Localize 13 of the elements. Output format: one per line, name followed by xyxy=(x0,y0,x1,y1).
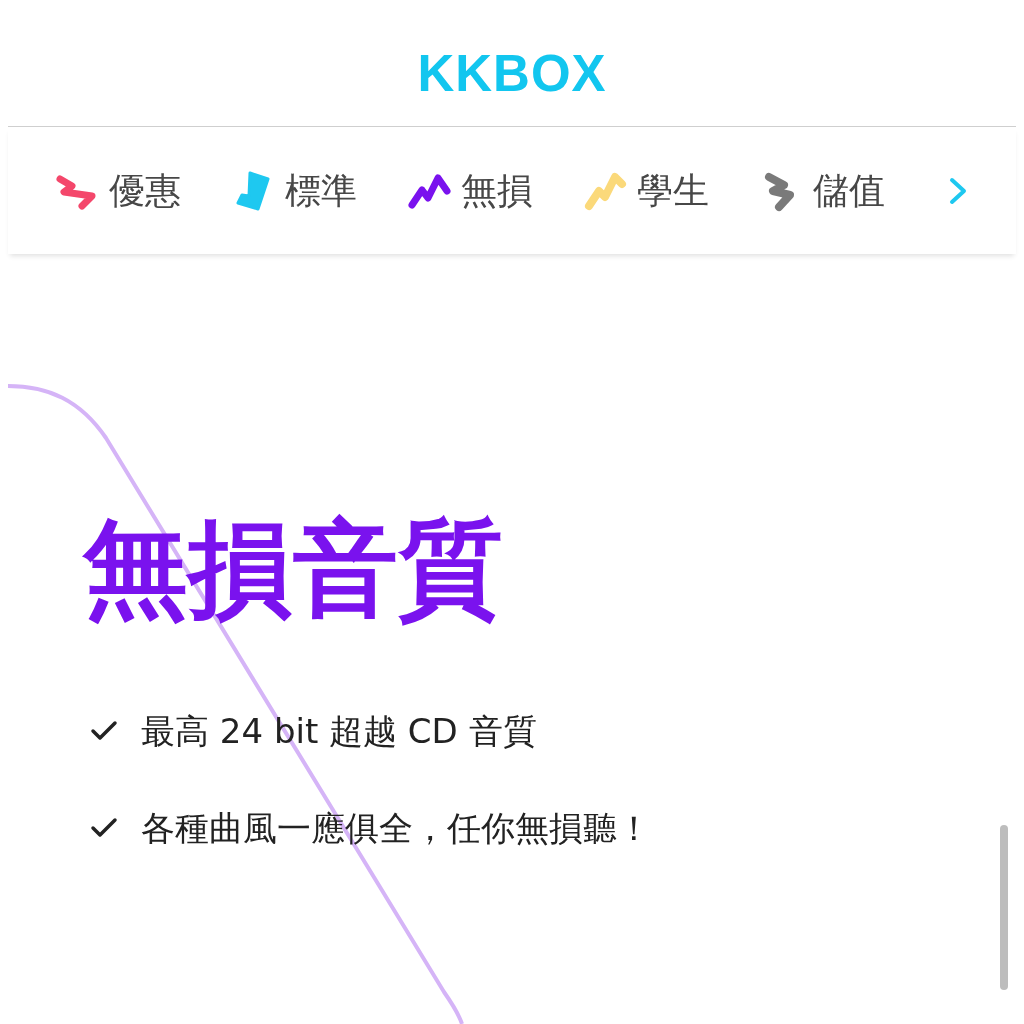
feature-point: 最高 24 bit 超越 CD 音質 xyxy=(141,710,537,753)
section-title: 無損音質 xyxy=(83,507,503,632)
plan-tab[interactable]: 優惠 xyxy=(55,168,181,213)
plan-tab[interactable]: 標準 xyxy=(231,168,357,213)
checkmark-icon xyxy=(90,817,118,839)
chevron-right-icon xyxy=(948,176,968,205)
checkmark-icon xyxy=(90,720,118,742)
plan-tab[interactable]: 儲值 xyxy=(759,168,885,213)
scrollbar-thumb[interactable] xyxy=(1000,825,1008,990)
plan-tab[interactable]: 無損 xyxy=(407,168,533,213)
scroll-right-button[interactable] xyxy=(948,176,968,205)
feature-point: 各種曲風一應俱全，任你無損聽！ xyxy=(141,807,651,850)
plan-tab[interactable]: 學生 xyxy=(583,168,709,213)
